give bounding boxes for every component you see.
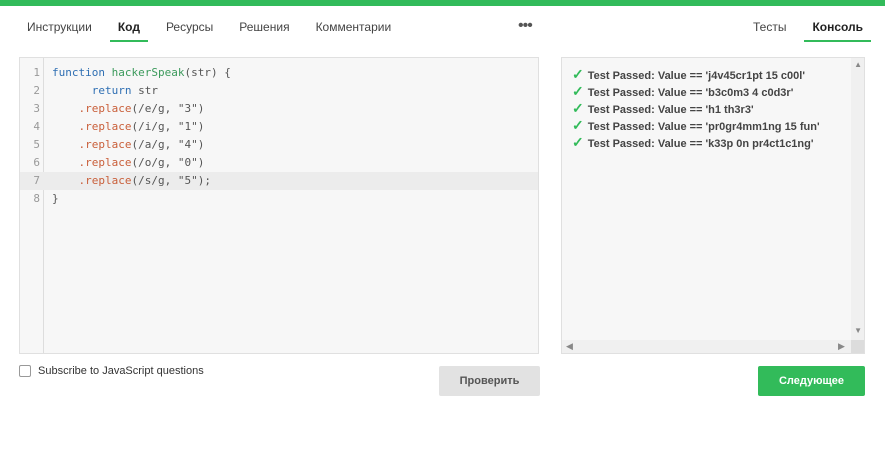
console-line: ✓ Test Passed: Value == 'j4v45cr1pt 15 c0… <box>572 66 805 83</box>
tab-comments[interactable]: Комментарии <box>308 12 400 41</box>
console-output: ✓ Test Passed: Value == 'j4v45cr1pt 15 c0… <box>561 57 865 354</box>
code-text: .replace(/e/g, "3") <box>52 100 205 118</box>
code-editor[interactable]: 1 function hackerSpeak(str) {2 return str… <box>19 57 539 354</box>
code-token: function <box>52 66 105 79</box>
code-token: str <box>131 84 158 97</box>
code-text: .replace(/a/g, "4") <box>52 136 205 154</box>
code-line[interactable]: 4 .replace(/i/g, "1") <box>20 118 538 136</box>
console-line: ✓ Test Passed: Value == 'k33p 0n pr4ct1c1… <box>572 134 813 151</box>
code-text: } <box>52 190 59 208</box>
code-token: (/o/g, "0") <box>131 156 205 169</box>
code-text: function hackerSpeak(str) { <box>52 64 231 82</box>
code-token: (/a/g, "4") <box>131 138 205 151</box>
check-icon: ✓ <box>572 100 584 116</box>
console-text: Test Passed: Value == 'h1 th3r3' <box>587 104 754 116</box>
tab-resources[interactable]: Ресурсы <box>158 12 221 41</box>
check-icon: ✓ <box>572 134 584 150</box>
console-text: Test Passed: Value == 'j4v45cr1pt 15 c00… <box>587 70 805 82</box>
console-text: Test Passed: Value == 'pr0gr4mm1ng 15 fu… <box>587 121 820 133</box>
code-token: (/s/g, "5"); <box>131 174 211 187</box>
more-options-icon[interactable]: ••• <box>518 18 533 34</box>
code-token: hackerSpeak <box>111 66 185 79</box>
code-token: .replace <box>78 138 132 151</box>
scroll-right-icon[interactable]: ▶ <box>838 341 845 352</box>
code-token: .replace <box>78 120 132 133</box>
line-number: 6 <box>33 156 40 169</box>
tab-instructions[interactable]: Инструкции <box>19 12 100 41</box>
right-tabs: Тесты Консоль <box>745 12 871 42</box>
subscribe-label: Subscribe to JavaScript questions <box>38 365 204 377</box>
scroll-left-icon[interactable]: ◀ <box>566 341 573 352</box>
code-text: return str <box>52 82 158 100</box>
code-token: (str) { <box>184 66 231 79</box>
tab-tests[interactable]: Тесты <box>745 12 794 41</box>
code-line[interactable]: 8} <box>20 190 538 208</box>
code-token: (/i/g, "1") <box>131 120 205 133</box>
console-line: ✓ Test Passed: Value == 'b3c0m3 4 c0d3r' <box>572 83 793 100</box>
line-number: 2 <box>33 84 40 97</box>
scroll-up-icon[interactable]: ▲ <box>854 60 862 69</box>
subscribe-option[interactable]: Subscribe to JavaScript questions <box>19 365 204 377</box>
top-accent-bar <box>0 0 885 6</box>
code-line[interactable]: 1 function hackerSpeak(str) { <box>20 64 538 82</box>
line-number: 8 <box>33 192 40 205</box>
code-text: .replace(/o/g, "0") <box>52 154 205 172</box>
subscribe-checkbox[interactable] <box>19 365 31 377</box>
code-line[interactable]: 5 .replace(/a/g, "4") <box>20 136 538 154</box>
scroll-down-icon[interactable]: ▼ <box>854 326 862 335</box>
code-text: .replace(/s/g, "5"); <box>52 172 211 190</box>
tab-console[interactable]: Консоль <box>804 12 871 42</box>
code-token: .replace <box>78 102 132 115</box>
scrollbar-corner <box>851 340 864 353</box>
line-number: 3 <box>33 102 40 115</box>
left-tabs: Инструкции Код Ресурсы Решения Комментар… <box>19 12 399 42</box>
check-icon: ✓ <box>572 117 584 133</box>
code-token: .replace <box>78 156 132 169</box>
code-line[interactable]: 2 return str <box>20 82 538 100</box>
code-line[interactable]: 7 .replace(/s/g, "5"); <box>20 172 538 190</box>
line-number: 1 <box>33 66 40 79</box>
horizontal-scrollbar[interactable]: ◀ ▶ <box>562 340 851 353</box>
tab-solutions[interactable]: Решения <box>231 12 297 41</box>
code-line[interactable]: 3 .replace(/e/g, "3") <box>20 100 538 118</box>
console-line: ✓ Test Passed: Value == 'pr0gr4mm1ng 15 f… <box>572 117 820 134</box>
console-line: ✓ Test Passed: Value == 'h1 th3r3' <box>572 100 754 117</box>
code-token: (/e/g, "3") <box>131 102 205 115</box>
check-icon: ✓ <box>572 66 584 82</box>
console-text: Test Passed: Value == 'b3c0m3 4 c0d3r' <box>587 87 794 99</box>
tab-code[interactable]: Код <box>109 12 149 42</box>
line-number: 7 <box>33 174 40 187</box>
code-token: return <box>91 84 132 97</box>
console-text: Test Passed: Value == 'k33p 0n pr4ct1c1n… <box>587 138 814 150</box>
code-line[interactable]: 6 .replace(/o/g, "0") <box>20 154 538 172</box>
line-number: 5 <box>33 138 40 151</box>
check-icon: ✓ <box>572 83 584 99</box>
code-text: .replace(/i/g, "1") <box>52 118 205 136</box>
vertical-scrollbar[interactable]: ▲ ▼ <box>851 58 864 341</box>
code-token: } <box>52 192 59 205</box>
next-button[interactable]: Следующее <box>758 366 865 396</box>
line-number: 4 <box>33 120 40 133</box>
code-token: .replace <box>78 174 132 187</box>
check-button[interactable]: Проверить <box>439 366 540 396</box>
